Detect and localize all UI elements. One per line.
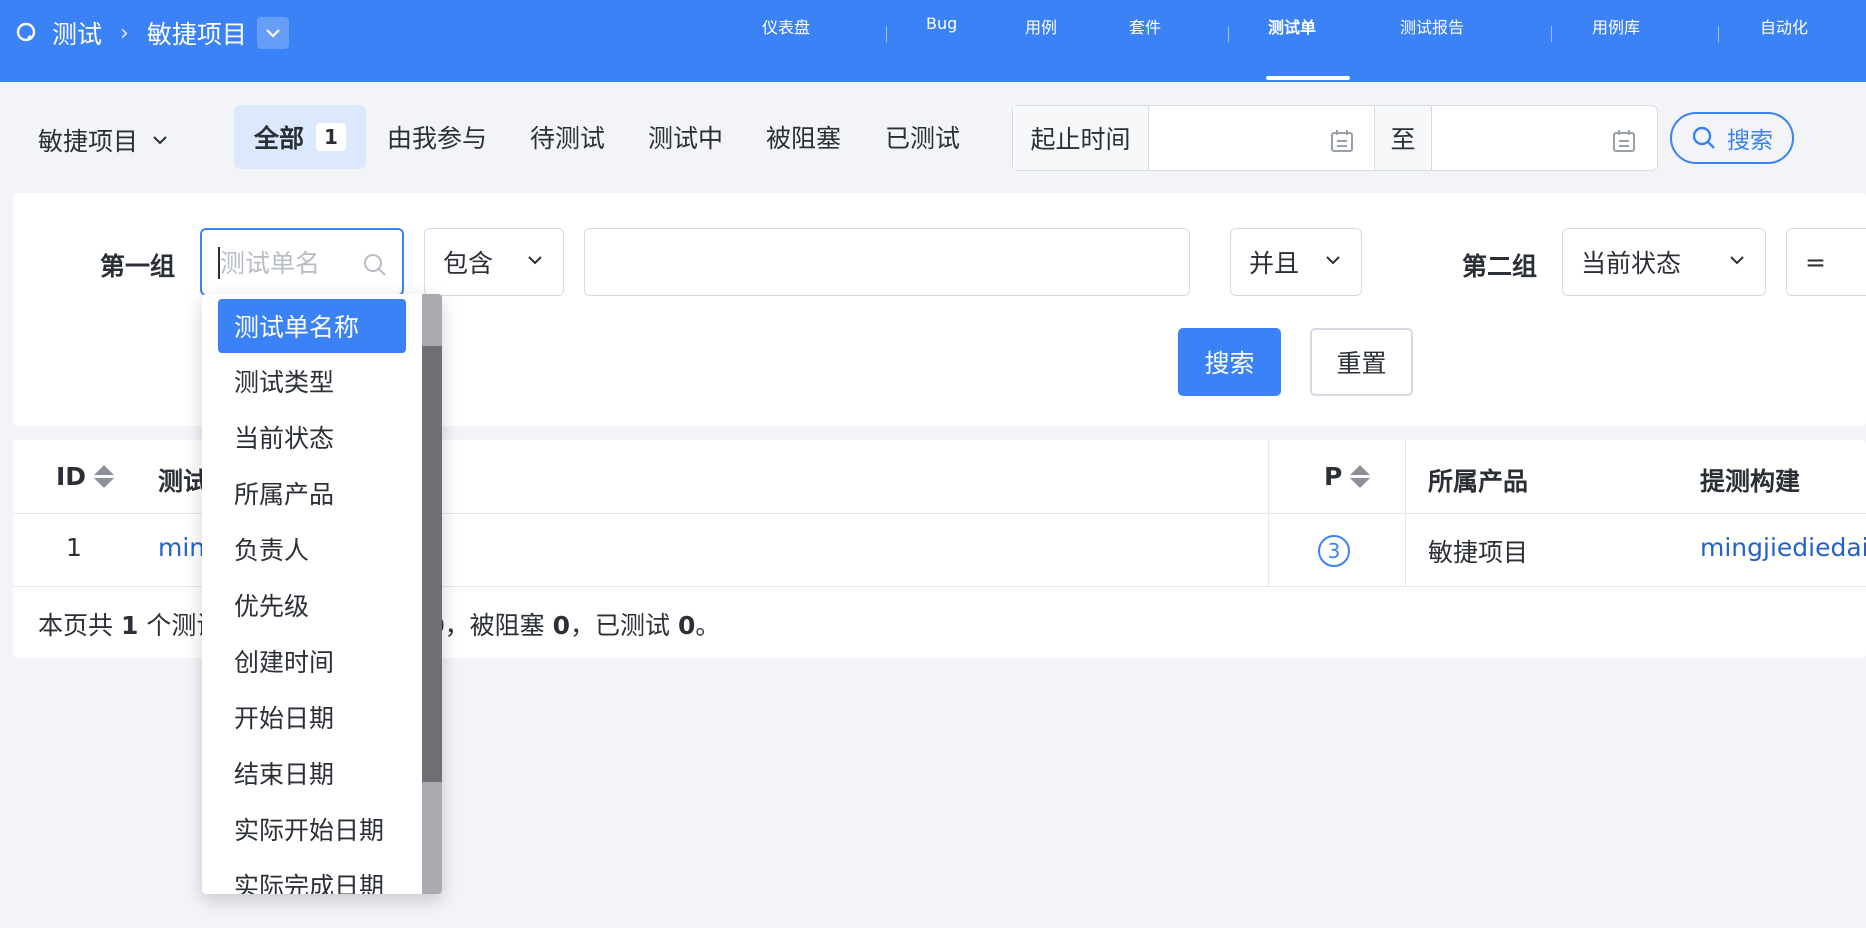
tab-involved[interactable]: 由我参与 — [387, 105, 487, 169]
chevron-down-icon — [266, 29, 280, 38]
summary-done: 0 — [678, 611, 696, 640]
calendar-icon[interactable] — [1329, 128, 1355, 154]
chevron-right-icon: › — [120, 20, 129, 46]
active-nav-indicator — [1266, 76, 1350, 80]
tab-wait[interactable]: 待测试 — [530, 105, 605, 169]
th-name[interactable]: 测试 — [158, 462, 208, 498]
text-caret — [218, 247, 220, 279]
toolbar-search-button[interactable]: 搜索 — [1670, 112, 1794, 164]
th-priority[interactable]: P — [1324, 462, 1371, 491]
th-build: 提测构建 — [1700, 467, 1801, 496]
group2-label: 第二组 — [1462, 252, 1538, 281]
dropdown-option[interactable]: 开始日期 — [218, 690, 406, 744]
operator-select[interactable]: 包含 — [424, 228, 564, 296]
group1-label: 第一组 — [100, 252, 176, 281]
tab-all[interactable]: 全部 1 — [234, 105, 366, 169]
summary-done-text: 已测试 — [595, 611, 671, 640]
nav-divider — [1718, 26, 1719, 42]
group2-operator-value: = — [1805, 247, 1826, 277]
module-link[interactable]: 测试 — [52, 15, 102, 51]
nav-divider — [1228, 26, 1229, 42]
th-id-label: ID — [56, 462, 87, 491]
summary-blocked-text: 被阻塞 — [469, 611, 545, 640]
nav-automation[interactable]: 自动化 — [1760, 14, 1808, 54]
search-icon — [364, 254, 386, 276]
summary-prefix: 本页共 — [38, 611, 114, 640]
priority-badge: 3 — [1318, 535, 1350, 567]
group2-operator-select[interactable]: = — [1786, 228, 1866, 296]
date-range-picker: 起止时间 至 — [1012, 105, 1658, 171]
toolbar-search-label: 搜索 — [1727, 128, 1773, 154]
sort-icon — [1350, 465, 1371, 488]
dropdown-option[interactable]: 测试类型 — [218, 354, 406, 408]
top-header: 测试 › 敏捷项目 仪表盘 Bug 用例 套件 测试单 测试报告 用例库 自动化 — [0, 0, 1866, 82]
th-id[interactable]: ID — [56, 462, 115, 491]
search-button[interactable]: 搜索 — [1178, 328, 1281, 396]
summary-total: 1 — [120, 611, 139, 640]
chevron-down-icon — [1326, 256, 1340, 265]
cell-id: 1 — [66, 533, 82, 562]
product-selector[interactable]: 敏捷项目 — [38, 122, 168, 158]
project-name[interactable]: 敏捷项目 — [147, 15, 247, 51]
search-circle-icon[interactable] — [14, 20, 40, 46]
nav-testtask[interactable]: 测试单 — [1268, 14, 1316, 54]
chevron-down-icon — [153, 136, 167, 145]
logic-value: 并且 — [1249, 249, 1300, 278]
group2-field-select[interactable]: 当前状态 — [1562, 228, 1766, 296]
field-dropdown-menu: 测试单名称 测试类型 当前状态 所属产品 负责人 优先级 创建时间 开始日期 结… — [202, 294, 442, 894]
nav-bug[interactable]: Bug — [926, 14, 957, 54]
chevron-down-icon — [528, 256, 542, 265]
cell-build-link[interactable]: mingjiediedai_ — [1700, 533, 1866, 562]
th-product: 所属产品 — [1428, 467, 1529, 496]
tab-label: 全部 — [254, 124, 305, 153]
dropdown-option[interactable]: 实际开始日期 — [218, 802, 406, 856]
dropdown-option[interactable]: 测试单名称 — [218, 299, 406, 353]
date-range-label: 起止时间 — [1013, 106, 1149, 170]
field-search-input[interactable]: 测试单名 — [200, 228, 404, 296]
chevron-down-icon — [1730, 256, 1744, 265]
dropdown-option[interactable]: 优先级 — [218, 578, 406, 632]
column-divider — [1405, 440, 1406, 586]
value-input[interactable] — [584, 228, 1190, 296]
nav-cases[interactable]: 用例 — [1025, 14, 1057, 54]
dropdown-option[interactable]: 实际完成日期 — [218, 858, 406, 894]
dropdown-option[interactable]: 当前状态 — [218, 410, 406, 464]
group2-field-value: 当前状态 — [1581, 249, 1682, 278]
nav-suite[interactable]: 套件 — [1129, 14, 1161, 54]
summary-blocked: 0 — [552, 611, 571, 640]
operator-value: 包含 — [443, 249, 494, 278]
dropdown-option[interactable]: 创建时间 — [218, 634, 406, 688]
nav-divider — [886, 26, 887, 42]
nav-divider — [1551, 26, 1552, 42]
field-search-placeholder: 测试单名 — [220, 249, 321, 278]
column-divider — [1268, 440, 1269, 586]
breadcrumb: 测试 › 敏捷项目 — [14, 16, 289, 50]
tab-blocked[interactable]: 被阻塞 — [766, 105, 841, 169]
tab-doing[interactable]: 测试中 — [648, 105, 723, 169]
product-selector-label: 敏捷项目 — [38, 127, 139, 156]
dropdown-scrollbar-thumb[interactable] — [422, 346, 442, 782]
nav-test-report[interactable]: 测试报告 — [1400, 14, 1464, 54]
date-range-to: 至 — [1374, 106, 1432, 170]
nav-case-lib[interactable]: 用例库 — [1592, 14, 1640, 54]
dropdown-option[interactable]: 负责人 — [218, 522, 406, 576]
search-icon — [1692, 126, 1715, 149]
project-dropdown-button[interactable] — [256, 17, 289, 49]
tab-done[interactable]: 已测试 — [885, 105, 960, 169]
tab-count-badge: 1 — [316, 123, 346, 151]
sort-icon — [94, 465, 115, 488]
dropdown-option[interactable]: 所属产品 — [218, 466, 406, 520]
cell-product: 敏捷项目 — [1428, 538, 1529, 567]
th-priority-label: P — [1324, 462, 1343, 491]
reset-button[interactable]: 重置 — [1310, 328, 1413, 396]
logic-select[interactable]: 并且 — [1230, 228, 1362, 296]
calendar-icon[interactable] — [1611, 128, 1637, 154]
dropdown-option[interactable]: 结束日期 — [218, 746, 406, 800]
nav-dashboard[interactable]: 仪表盘 — [762, 14, 810, 54]
